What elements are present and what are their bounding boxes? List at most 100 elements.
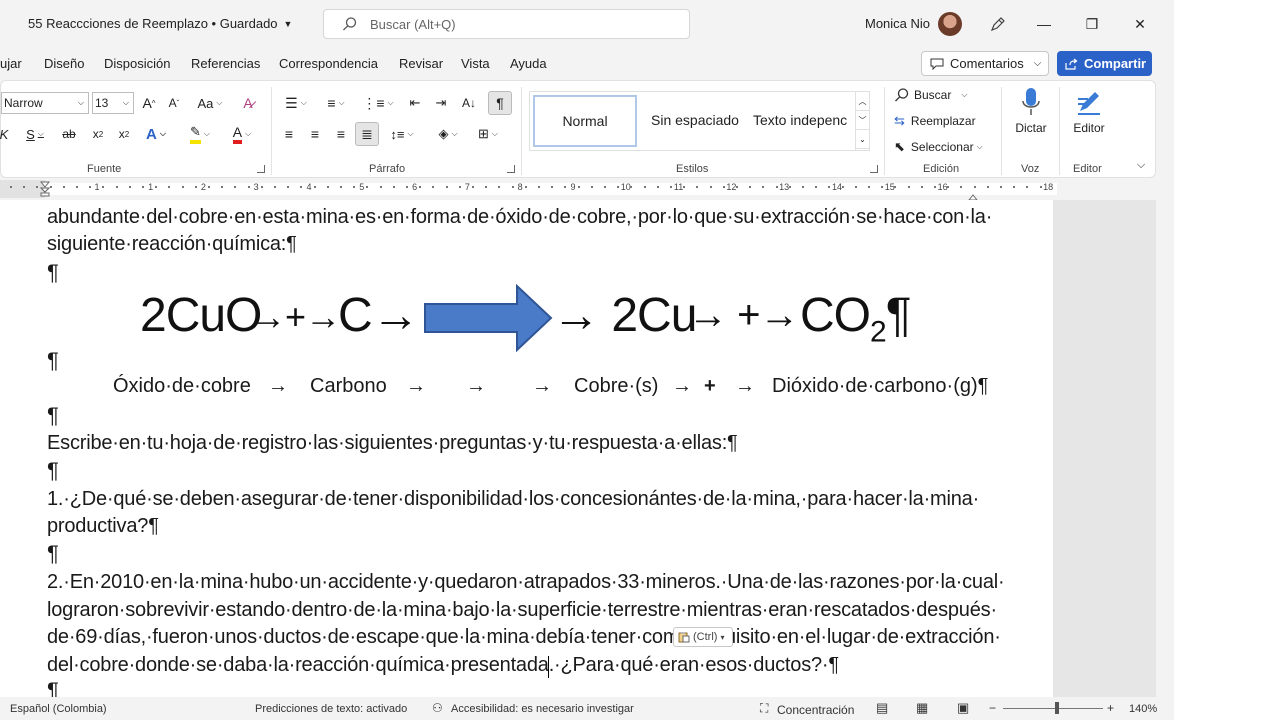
text-effects-icon[interactable]: A ⌵ bbox=[141, 123, 171, 145]
tab-layout[interactable]: Disposición bbox=[104, 56, 170, 71]
share-button[interactable]: Compartir bbox=[1057, 51, 1152, 76]
accessibility-status[interactable]: Accesibilidad: es necesario investigar bbox=[451, 703, 634, 715]
align-center-icon[interactable]: ≡ bbox=[305, 123, 325, 145]
increase-indent-icon[interactable]: ⇥ bbox=[431, 92, 451, 114]
document-page[interactable]: abundante·del·cobre·en·esta·mina·es·en·f… bbox=[0, 200, 1053, 697]
select-button[interactable]: ⬉ Seleccionar ⌵ bbox=[894, 137, 983, 157]
paragraph-mark: ¶ bbox=[47, 458, 59, 483]
ruler-tick bbox=[630, 186, 633, 188]
tab-draw[interactable]: ujar bbox=[0, 56, 22, 71]
styles-dialog-launcher-icon[interactable] bbox=[870, 165, 878, 173]
shading-icon[interactable]: ◈ ⌵ bbox=[431, 123, 465, 145]
subscript-icon[interactable]: x2 bbox=[89, 123, 107, 145]
ruler-number: 6 bbox=[412, 182, 418, 192]
label-arrow: → bbox=[268, 375, 288, 397]
user-name[interactable]: Monica Nio bbox=[865, 16, 930, 31]
ruler-tick bbox=[366, 186, 369, 188]
paste-options-label: (Ctrl) bbox=[693, 631, 718, 643]
align-right-icon[interactable]: ≡ bbox=[331, 123, 351, 145]
restore-button[interactable]: ❐ bbox=[1080, 12, 1104, 36]
tab-mailings[interactable]: Correspondencia bbox=[279, 56, 378, 71]
font-size-combo[interactable]: 13 ⌵ bbox=[92, 92, 134, 114]
multilevel-list-icon[interactable]: ⋮≡ ⌵ bbox=[361, 92, 395, 114]
font-color-icon[interactable]: A ⌵ bbox=[225, 123, 259, 145]
find-button[interactable]: Buscar ⌵ bbox=[894, 85, 967, 105]
sort-icon[interactable]: A↓ bbox=[459, 92, 479, 114]
tab-view[interactable]: Vista bbox=[461, 56, 490, 71]
italic-icon[interactable]: K bbox=[0, 123, 9, 145]
align-left-icon[interactable]: ≡ bbox=[279, 123, 299, 145]
numbering-icon[interactable]: ≡ ⌵ bbox=[319, 92, 353, 114]
reaction-arrow-shape[interactable] bbox=[423, 284, 553, 352]
chevron-down-icon[interactable]: ﹀ bbox=[856, 111, 869, 130]
line-spacing-icon[interactable]: ↕≡ ⌵ bbox=[385, 123, 419, 145]
font-dialog-launcher-icon[interactable] bbox=[257, 165, 265, 173]
ruler-tick bbox=[1000, 186, 1002, 188]
equation-operator-1: →+→ bbox=[250, 296, 341, 337]
shrink-font-icon[interactable]: Aˇ bbox=[164, 92, 184, 114]
co2-text: CO bbox=[800, 289, 871, 342]
web-layout-icon[interactable]: ▣ bbox=[957, 700, 969, 716]
superscript-icon[interactable]: x2 bbox=[115, 123, 133, 145]
ruler-tick bbox=[340, 186, 342, 188]
expand-gallery-icon[interactable]: ⌄ bbox=[856, 130, 869, 149]
ruler-tick bbox=[1026, 186, 1029, 188]
tab-references[interactable]: Referencias bbox=[191, 56, 260, 71]
chevron-up-icon[interactable]: ︿ bbox=[856, 92, 869, 111]
paragraph-mark: ¶ bbox=[47, 260, 59, 285]
zoom-in-icon[interactable]: + bbox=[1107, 701, 1114, 715]
ruler-tick bbox=[313, 186, 316, 188]
zoom-slider-thumb[interactable] bbox=[1055, 702, 1059, 714]
pen-icon[interactable] bbox=[988, 14, 1008, 34]
right-indent-marker-icon[interactable] bbox=[967, 188, 979, 201]
ruler-tick bbox=[670, 186, 672, 188]
indent-marker-icon[interactable] bbox=[39, 181, 51, 197]
show-formatting-marks-icon[interactable]: ¶ bbox=[488, 91, 512, 115]
grow-font-icon[interactable]: A ^ bbox=[139, 92, 159, 114]
dictate-button[interactable]: Dictar bbox=[1011, 85, 1051, 137]
zoom-out-icon[interactable]: − bbox=[989, 701, 996, 715]
text-predictions-status[interactable]: Predicciones de texto: activado bbox=[255, 703, 407, 715]
strikethrough-icon[interactable]: ab bbox=[59, 123, 79, 145]
paste-options-button[interactable]: (Ctrl) ▾ bbox=[673, 627, 733, 647]
replace-button[interactable]: ⇆ Reemplazar bbox=[894, 111, 976, 131]
underline-icon[interactable]: S ⌵ bbox=[21, 123, 49, 145]
style-body-text[interactable]: Texto indepenc bbox=[753, 112, 847, 128]
style-normal[interactable]: Normal bbox=[533, 95, 637, 147]
decrease-indent-icon[interactable]: ⇤ bbox=[405, 92, 425, 114]
ruler-tick bbox=[815, 186, 818, 188]
comments-button[interactable]: Comentarios ⌵ bbox=[921, 51, 1049, 76]
tab-help[interactable]: Ayuda bbox=[510, 56, 547, 71]
avatar[interactable] bbox=[938, 12, 962, 36]
print-layout-icon[interactable]: ▦ bbox=[916, 700, 928, 716]
minimize-button[interactable]: — bbox=[1032, 12, 1056, 36]
text-cursor bbox=[548, 656, 549, 678]
vertical-scrollbar[interactable] bbox=[1156, 200, 1174, 697]
focus-mode-button[interactable]: Concentración bbox=[777, 703, 854, 717]
zoom-slider[interactable] bbox=[1003, 708, 1103, 709]
highlight-icon[interactable]: ✎ ⌵ bbox=[183, 123, 217, 145]
editor-button[interactable]: Editor bbox=[1067, 85, 1111, 137]
ruler-tick bbox=[854, 186, 857, 188]
bullets-icon[interactable]: ☰ ⌵ bbox=[279, 92, 313, 114]
close-button[interactable]: ✕ bbox=[1128, 12, 1152, 36]
document-title[interactable]: 55 Reaccciones de Reemplazo • Guardado ▼ bbox=[28, 16, 292, 31]
clear-format-icon[interactable]: A̷ bbox=[238, 92, 258, 114]
font-name-combo[interactable]: Narrow ⌵ bbox=[1, 92, 89, 114]
change-case-icon[interactable]: Aa ⌵ bbox=[195, 92, 225, 114]
horizontal-ruler[interactable]: 121234567891011121314151618 bbox=[0, 180, 1156, 201]
ruler-number: 3 bbox=[253, 182, 259, 192]
zoom-level[interactable]: 140% bbox=[1129, 703, 1157, 715]
collapse-ribbon-icon[interactable]: ⌵ bbox=[1133, 157, 1149, 173]
read-mode-icon[interactable]: ▤ bbox=[876, 700, 888, 716]
tab-review[interactable]: Revisar bbox=[399, 56, 443, 71]
tab-design[interactable]: Diseño bbox=[44, 56, 84, 71]
style-no-spacing[interactable]: Sin espaciado bbox=[651, 112, 739, 128]
borders-icon[interactable]: ⊞ ⌵ bbox=[471, 123, 505, 145]
justify-icon[interactable]: ≣ bbox=[355, 122, 379, 146]
paragraph-dialog-launcher-icon[interactable] bbox=[507, 165, 515, 173]
ruler-tick bbox=[168, 186, 171, 188]
ruler-number: 12 bbox=[726, 182, 737, 192]
search-input[interactable]: Buscar (Alt+Q) bbox=[323, 9, 690, 39]
language-indicator[interactable]: Español (Colombia) bbox=[10, 703, 107, 715]
